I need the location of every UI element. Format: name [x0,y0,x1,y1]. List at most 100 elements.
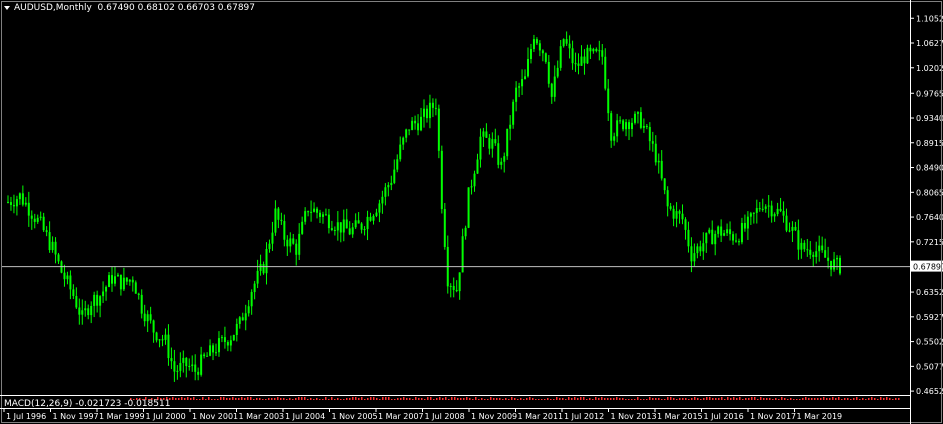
candle-body [797,230,800,250]
macd-histogram-bar [595,397,597,400]
macd-histogram-bar [379,399,381,400]
macd-histogram-bar [433,399,435,400]
macd-histogram-bar [886,397,888,400]
candle-body [583,56,586,64]
candle-body [485,131,488,138]
macd-histogram-bar [370,397,372,400]
candle-body [580,56,583,66]
candle-body [333,230,336,232]
candle-body [18,193,21,200]
candle-body [75,295,78,308]
macd-histogram-bar [175,398,177,400]
macd-histogram-bar [769,398,771,400]
candle-body [687,229,690,247]
candle-body [420,116,423,131]
macd-histogram-bar [895,398,897,400]
candle-body [36,217,39,222]
macd-histogram-bar [346,398,348,400]
macd-histogram-bar [670,397,672,400]
macd-histogram-bar [706,397,708,400]
macd-histogram-bar [418,398,420,400]
candle-body [708,229,711,233]
collapse-triangle-icon[interactable] [4,5,10,10]
candle-body [256,270,259,284]
macd-histogram-bar [580,397,582,400]
macd-histogram-bar [739,397,741,400]
candle-body [565,39,568,44]
candle-body [791,226,794,231]
price-tick-label: 0.84900 [916,164,943,173]
candle-body [57,254,60,262]
macd-histogram-bar [292,399,294,400]
price-tick-label: 1.02025 [916,64,943,73]
macd-histogram-bar [568,397,570,400]
candle-body [764,206,767,209]
macd-histogram-bar [727,397,729,400]
candle-body [226,342,229,346]
macd-histogram-bar [244,398,246,400]
macd-histogram-bar [193,397,195,400]
macd-histogram-bar [661,399,663,400]
chart-window[interactable]: 1.10525 1.06275 1.02025 0.97650 0.93400 0.891… [0,0,943,424]
candle-body [387,185,390,188]
candle-body [87,308,90,316]
candle-body [194,364,197,372]
candle-body [30,215,33,219]
candle-body [550,83,553,97]
macd-histogram-bar [787,399,789,400]
candle-body [200,354,203,375]
macd-histogram-bar [508,399,510,400]
candle-body [33,218,36,222]
macd-histogram-bar [304,397,306,400]
macd-histogram-bar [211,399,213,400]
macd-histogram-bar [868,398,870,400]
candle-body [342,219,345,233]
macd-histogram-bar [430,397,432,400]
macd-histogram-bar [679,398,681,400]
candle-body [241,317,244,321]
candle-body [51,241,54,251]
macd-histogram-bar [364,399,366,400]
candle-body [532,39,535,50]
candle-body [678,211,681,214]
macd-histogram-bar [253,399,255,400]
macd-histogram-bar [547,398,549,400]
price-tick-label: 0.59275 [916,313,943,322]
candle-body [467,187,470,228]
macd-histogram-bar [553,399,555,400]
time-tick-label: 1 Nov 2009 [471,412,517,421]
candle-body [657,160,660,163]
candle-body [206,355,209,357]
macd-histogram-bar [562,398,564,400]
candle-body [758,208,761,210]
macd-histogram-bar [691,398,693,400]
macd-histogram-bar [643,399,645,400]
macd-histogram-bar [865,399,867,400]
macd-histogram-bar [874,398,876,400]
candle-body [544,53,547,62]
candle-body [631,122,633,130]
candle-body [723,233,726,236]
candle-body [301,221,304,234]
macd-histogram-bar [667,397,669,400]
macd-histogram-bar [745,398,747,400]
macd-pane [130,397,900,400]
macd-histogram-bar [838,397,840,400]
time-tick-label: 1 Jul 2012 [564,412,604,421]
macd-histogram-bar [712,398,714,400]
candle-body [330,228,333,231]
macd-histogram-bar [652,398,654,400]
macd-histogram-bar [811,398,813,400]
time-tick-label: 1 Nov 2017 [750,412,796,421]
macd-histogram-bar [220,397,222,400]
candle-body [833,259,836,270]
macd-histogram-bar [538,399,540,400]
price-chart[interactable]: 1.10525 1.06275 1.02025 0.97650 0.93400 0.891… [0,0,943,424]
candle-body [684,219,687,230]
macd-histogram-bar [571,398,573,400]
macd-histogram-bar [820,398,822,400]
macd-histogram-bar [241,397,243,400]
macd-histogram-bar [532,398,534,400]
candle-body [345,219,348,229]
macd-histogram-bar [889,398,891,400]
